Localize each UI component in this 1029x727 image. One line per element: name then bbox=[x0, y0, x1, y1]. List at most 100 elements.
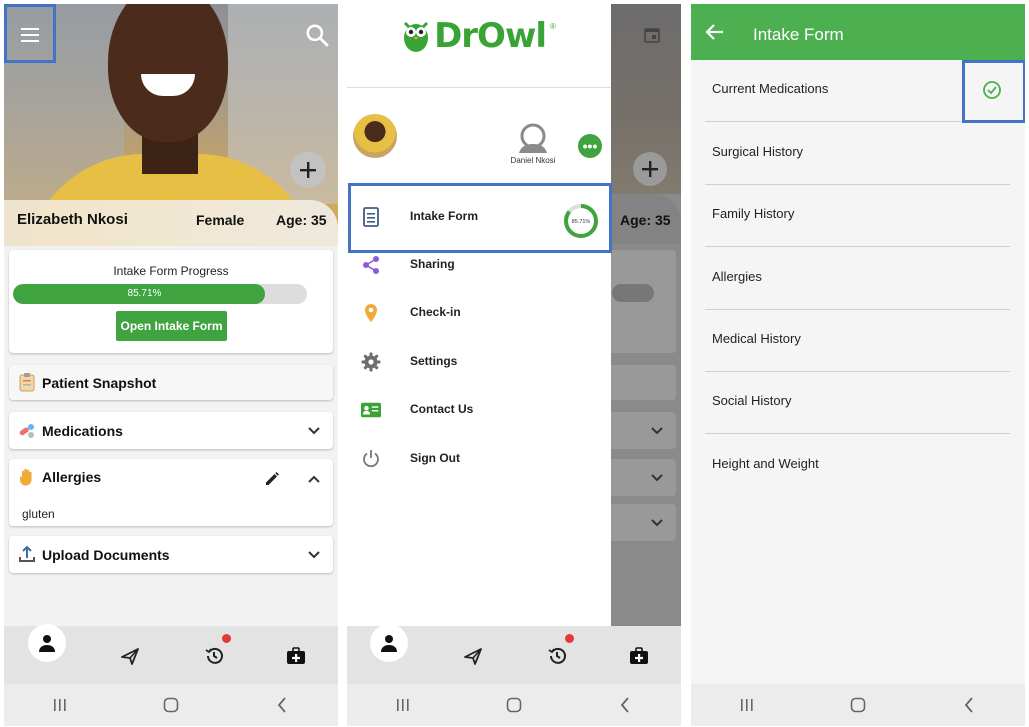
recent-apps-button[interactable] bbox=[15, 684, 105, 726]
chevron-down-icon bbox=[651, 427, 663, 435]
form-section-label: Surgical History bbox=[712, 144, 804, 159]
intake-form-screen: Intake Form Current Medications Surgical… bbox=[691, 4, 1025, 726]
medical-kit-icon bbox=[630, 647, 648, 664]
profile-tab[interactable] bbox=[370, 624, 408, 662]
menu-item-sign-out[interactable]: Sign Out bbox=[347, 435, 611, 483]
menu-item-sharing[interactable]: Sharing bbox=[347, 241, 611, 289]
chevron-up-icon[interactable] bbox=[307, 472, 321, 486]
edit-icon[interactable] bbox=[265, 472, 279, 486]
home-button[interactable] bbox=[469, 684, 559, 726]
form-section-social-history[interactable]: Social History bbox=[705, 371, 1010, 434]
bottom-navigation bbox=[347, 624, 681, 686]
back-arrow-icon[interactable] bbox=[705, 22, 725, 42]
check-circle-icon bbox=[983, 81, 1001, 99]
form-section-family-history[interactable]: Family History bbox=[705, 184, 1010, 247]
logo-text: DrOwl bbox=[434, 16, 547, 56]
upload-icon bbox=[19, 545, 35, 562]
upload-documents-label: Upload Documents bbox=[42, 547, 170, 563]
menu-item-label: Intake Form bbox=[410, 209, 479, 223]
system-navigation bbox=[691, 684, 1025, 726]
back-button[interactable] bbox=[924, 684, 1014, 726]
progress-title: Intake Form Progress bbox=[113, 264, 229, 278]
menu-item-label: Contact Us bbox=[410, 402, 474, 416]
menu-button[interactable] bbox=[8, 12, 52, 58]
allergies-card: Allergies gluten bbox=[9, 459, 333, 526]
history-tab[interactable] bbox=[184, 626, 244, 686]
medical-kit-tab[interactable] bbox=[609, 626, 669, 686]
form-section-current-medications[interactable]: Current Medications bbox=[705, 59, 1010, 122]
send-tab[interactable] bbox=[443, 626, 503, 686]
owl-icon bbox=[404, 21, 429, 52]
page-title: Intake Form bbox=[753, 25, 844, 44]
menu-item-check-in[interactable]: Check-in bbox=[347, 289, 611, 337]
send-tab[interactable] bbox=[100, 626, 160, 686]
plus-icon bbox=[300, 162, 316, 178]
allergies-label: Allergies bbox=[42, 469, 102, 485]
open-intake-form-button[interactable]: Open Intake Form bbox=[116, 311, 227, 341]
person-placeholder-icon[interactable] bbox=[515, 123, 551, 153]
patient-gender: Female bbox=[196, 212, 245, 228]
recent-apps-icon bbox=[53, 699, 66, 711]
form-section-label: Social History bbox=[712, 393, 792, 408]
menu-item-settings[interactable]: Settings bbox=[347, 338, 611, 386]
back-button[interactable] bbox=[580, 684, 670, 726]
share-icon bbox=[363, 256, 379, 274]
patient-snapshot-label: Patient Snapshot bbox=[42, 375, 157, 391]
calendar-icon bbox=[644, 28, 660, 43]
form-section-label: Height and Weight bbox=[712, 456, 819, 471]
intake-progress-ring: 85.71% bbox=[564, 204, 598, 238]
system-navigation bbox=[4, 684, 338, 726]
chevron-down-icon bbox=[651, 519, 663, 527]
location-pin-icon bbox=[365, 304, 377, 322]
profile-tab[interactable] bbox=[28, 624, 66, 662]
home-button[interactable] bbox=[813, 684, 903, 726]
form-section-medical-history[interactable]: Medical History bbox=[705, 309, 1010, 372]
history-icon bbox=[548, 647, 566, 664]
home-button[interactable] bbox=[126, 684, 216, 726]
navigation-drawer: DrOwl ® Daniel Nkosi ••• Intake Form 85.… bbox=[347, 4, 612, 626]
form-section-surgical-history[interactable]: Surgical History bbox=[705, 122, 1010, 185]
upload-documents-row[interactable]: Upload Documents bbox=[9, 536, 333, 573]
contact-card-icon bbox=[361, 402, 381, 418]
medications-label: Medications bbox=[42, 423, 123, 439]
registered-mark: ® bbox=[550, 22, 556, 31]
top-app-bar: Intake Form bbox=[691, 4, 1025, 60]
hand-icon bbox=[19, 468, 32, 486]
home-icon bbox=[850, 697, 866, 713]
intake-progress-label: 85.71% bbox=[572, 219, 591, 225]
allergy-item: gluten bbox=[22, 507, 55, 521]
chevron-down-icon[interactable] bbox=[307, 548, 321, 562]
add-button[interactable] bbox=[290, 152, 326, 188]
form-section-height-and-weight[interactable]: Height and Weight bbox=[705, 434, 1010, 496]
progress-bar: 85.71% bbox=[13, 284, 307, 304]
form-section-allergies[interactable]: Allergies bbox=[705, 247, 1010, 310]
background-age: Age: 35 bbox=[620, 212, 671, 228]
recent-apps-button[interactable] bbox=[702, 684, 792, 726]
chevron-down-icon[interactable] bbox=[307, 424, 321, 438]
add-button-dimmed bbox=[633, 152, 667, 186]
menu-item-label: Settings bbox=[410, 354, 458, 368]
menu-item-label: Sign Out bbox=[410, 451, 460, 465]
patient-name: Elizabeth Nkosi bbox=[17, 211, 128, 228]
patient-snapshot-row[interactable]: Patient Snapshot bbox=[9, 365, 333, 400]
recent-apps-button[interactable] bbox=[358, 684, 448, 726]
menu-item-intake-form[interactable]: Intake Form 85.71% bbox=[347, 193, 611, 241]
search-icon[interactable] bbox=[304, 22, 330, 48]
medical-kit-icon bbox=[287, 647, 305, 664]
pills-icon bbox=[19, 424, 34, 438]
system-navigation bbox=[347, 684, 681, 726]
more-options-button[interactable]: ••• bbox=[578, 134, 602, 158]
gear-icon bbox=[361, 352, 381, 372]
back-button[interactable] bbox=[237, 684, 327, 726]
send-icon bbox=[464, 648, 482, 665]
medications-row[interactable]: Medications bbox=[9, 412, 333, 449]
navigation-drawer-screen: Age: 35 DrOwl ® Daniel Nkosi ••• Intake … bbox=[347, 4, 681, 726]
medical-kit-tab[interactable] bbox=[266, 626, 326, 686]
form-section-label: Current Medications bbox=[712, 81, 829, 96]
recent-apps-icon bbox=[740, 699, 753, 711]
notification-dot bbox=[222, 634, 231, 643]
menu-item-label: Check-in bbox=[410, 305, 461, 319]
menu-item-contact-us[interactable]: Contact Us bbox=[347, 386, 611, 434]
user-avatar[interactable] bbox=[353, 114, 397, 158]
history-tab[interactable] bbox=[527, 626, 587, 686]
